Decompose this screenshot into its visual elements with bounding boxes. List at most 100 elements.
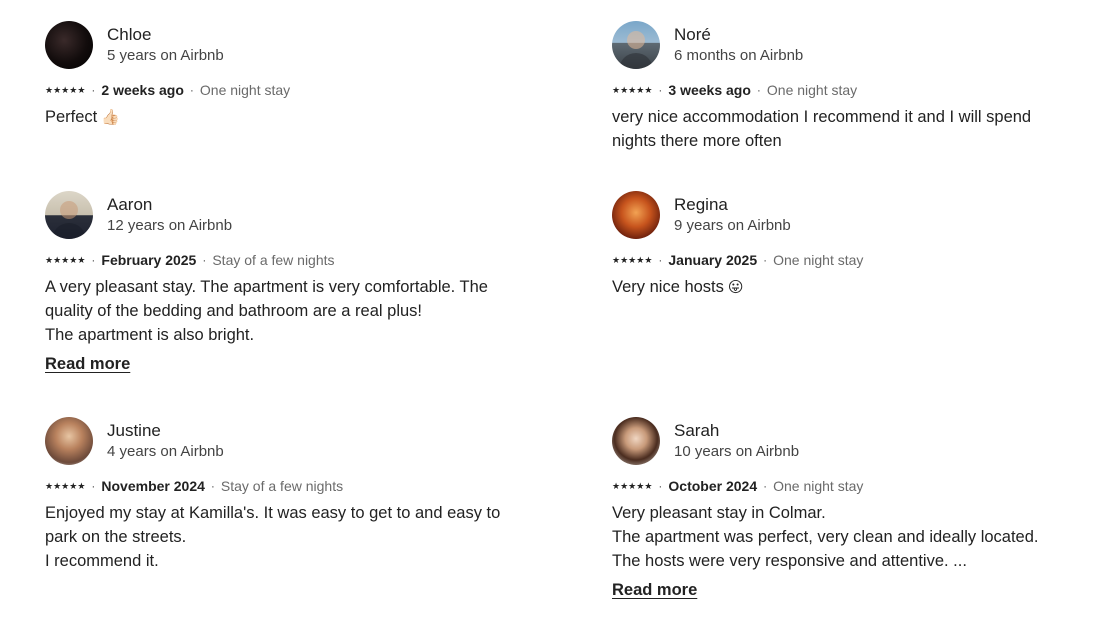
review-text: A very pleasant stay. The apartment is v… <box>45 275 505 347</box>
separator-dot: · <box>189 83 194 97</box>
review-card: Sarah 10 years on Airbnb ★ ★ ★ ★ ★ · October… <box>612 417 1072 600</box>
separator-dot: · <box>91 253 96 267</box>
star-icon: ★ <box>61 84 70 95</box>
reviewer-info: Chloe 5 years on Airbnb <box>107 24 224 66</box>
star-icon: ★ <box>620 254 629 265</box>
review-text-line: Very pleasant stay in Colmar. <box>612 504 826 522</box>
star-icon: ★ <box>644 480 653 491</box>
reviewer-name: Noré <box>674 25 711 45</box>
avatar[interactable] <box>612 417 660 465</box>
reviewer-name: Regina <box>674 195 728 215</box>
review-header: Justine 4 years on Airbnb <box>45 417 505 465</box>
avatar[interactable] <box>612 191 660 239</box>
review-date: 3 weeks ago <box>668 82 751 98</box>
review-meta: ★ ★ ★ ★ ★ · November 2024 · Stay of a few ni… <box>45 477 505 495</box>
review-text-line: quality of the bedding and bathroom are … <box>45 302 423 320</box>
reviewer-tenure: 4 years on Airbnb <box>107 443 224 461</box>
review-card: Justine 4 years on Airbnb ★ ★ ★ ★ ★ · Novemb… <box>45 417 505 573</box>
review-header: Noré 6 months on Airbnb <box>612 21 1072 69</box>
review-date: November 2024 <box>101 478 205 494</box>
stay-length: One night stay <box>199 82 291 98</box>
star-rating: ★ ★ ★ ★ ★ <box>45 254 85 265</box>
review-text: very nice accommodation I recommend it a… <box>612 105 1072 153</box>
review-text-line: I recommend it. <box>45 552 159 570</box>
reviewer-info: Sarah 10 years on Airbnb <box>674 420 799 462</box>
stay-length: One night stay <box>766 82 858 98</box>
star-rating: ★ ★ ★ ★ ★ <box>45 84 86 95</box>
review-date: 2 weeks ago <box>101 82 184 98</box>
star-icon: ★ <box>45 254 54 265</box>
review-meta: ★ ★ ★ ★ ★ · 3 weeks ago · One night stay <box>612 81 1072 99</box>
star-icon: ★ <box>620 480 629 491</box>
star-icon: ★ <box>612 254 621 265</box>
stay-length: Stay of a few nights <box>212 252 335 268</box>
avatar[interactable] <box>612 21 660 69</box>
reviewer-name: Chloe <box>107 25 152 45</box>
star-icon: ★ <box>644 254 653 265</box>
avatar[interactable] <box>45 417 93 465</box>
star-icon: ★ <box>612 84 621 95</box>
review-text-line: nights there more often <box>612 132 782 150</box>
review-date: January 2025 <box>668 252 758 268</box>
review-text: Perfect 👍🏻 <box>45 105 505 130</box>
star-icon: ★ <box>61 254 70 265</box>
review-text: Very nice hosts 😛 <box>612 275 1072 300</box>
review-card: Noré 6 months on Airbnb ★ ★ ★ ★ ★ · 3 weeks … <box>612 21 1072 153</box>
star-icon: ★ <box>620 84 629 95</box>
reviewer-info: Noré 6 months on Airbnb <box>674 24 803 66</box>
star-icon: ★ <box>612 480 621 491</box>
stay-length: One night stay <box>773 252 864 268</box>
review-text-line: Enjoyed my stay at Kamilla's. It was eas… <box>45 504 501 522</box>
stay-length: One night stay <box>773 478 864 494</box>
star-icon: ★ <box>636 254 645 265</box>
review-meta: ★ ★ ★ ★ ★ · 2 weeks ago · One night stay <box>45 81 505 99</box>
star-icon: ★ <box>53 84 62 95</box>
review-text-line: The hosts were very responsive and atten… <box>612 552 967 570</box>
review-header: Sarah 10 years on Airbnb <box>612 417 1072 465</box>
review-text: Very pleasant stay in Colmar. The apartm… <box>612 501 1072 573</box>
avatar[interactable] <box>45 191 93 239</box>
star-icon: ★ <box>636 480 645 491</box>
reviewer-name: Justine <box>107 421 161 441</box>
separator-dot: · <box>756 83 761 97</box>
reviewer-info: Justine 4 years on Airbnb <box>107 420 224 462</box>
separator-dot: · <box>91 479 96 493</box>
separator-dot: · <box>763 479 768 493</box>
star-icon: ★ <box>628 254 637 265</box>
star-icon: ★ <box>644 84 653 95</box>
reviewer-tenure: 9 years on Airbnb <box>674 217 791 235</box>
avatar[interactable] <box>45 21 93 69</box>
star-rating: ★ ★ ★ ★ ★ <box>612 254 653 265</box>
review-text-line: park on the streets. <box>45 528 187 546</box>
review-meta: ★ ★ ★ ★ ★ · February 2025 · Stay of a few ni… <box>45 251 505 269</box>
read-more-link[interactable]: Read more <box>612 581 697 600</box>
reviewer-tenure: 10 years on Airbnb <box>674 443 800 461</box>
review-text-line: Perfect <box>45 108 98 126</box>
reviewer-info: Regina 9 years on Airbnb <box>674 194 791 236</box>
star-icon: ★ <box>628 84 637 95</box>
star-rating: ★ ★ ★ ★ ★ <box>612 480 653 491</box>
reviewer-tenure: 6 months on Airbnb <box>674 47 804 65</box>
review-text-line: The apartment was perfect, very clean an… <box>612 528 1039 546</box>
review-date: October 2024 <box>668 478 758 494</box>
review-text-line: Very nice hosts <box>612 278 724 296</box>
thumbs-up-icon: 👍🏻 <box>101 109 120 126</box>
tongue-out-emoji-icon: 😛 <box>727 279 744 296</box>
review-meta: ★ ★ ★ ★ ★ · October 2024 · One night stay <box>612 477 1072 495</box>
review-text-line: very nice accommodation I recommend it a… <box>612 108 1032 126</box>
star-rating: ★ ★ ★ ★ ★ <box>45 481 85 491</box>
star-icon: ★ <box>77 84 86 95</box>
star-rating: ★ ★ ★ ★ ★ <box>612 84 653 95</box>
separator-dot: · <box>91 83 96 97</box>
review-text: Enjoyed my stay at Kamilla's. It was eas… <box>45 501 505 573</box>
separator-dot: · <box>658 253 663 267</box>
reviewer-tenure: 5 years on Airbnb <box>107 47 224 65</box>
star-icon: ★ <box>53 254 62 265</box>
separator-dot: · <box>763 253 768 267</box>
review-header: Regina 9 years on Airbnb <box>612 191 1072 239</box>
star-icon: ★ <box>69 84 78 95</box>
read-more-link[interactable]: Read more <box>45 355 130 374</box>
separator-dot: · <box>658 479 663 493</box>
star-icon: ★ <box>628 480 637 491</box>
review-date: February 2025 <box>101 252 197 268</box>
